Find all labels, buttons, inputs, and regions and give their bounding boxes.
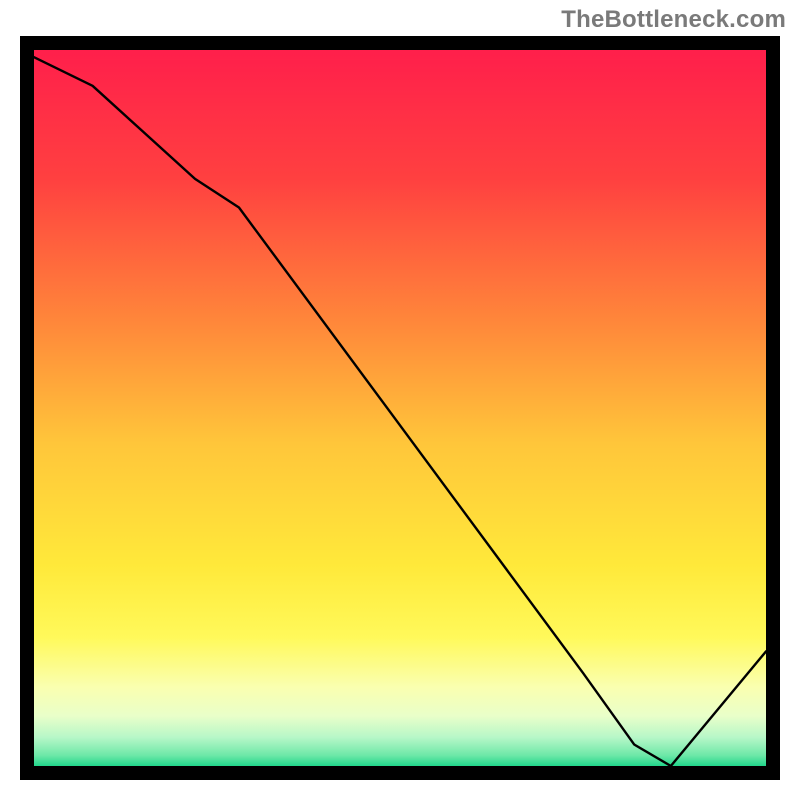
chart-frame: TheBottleneck.com xyxy=(0,0,800,800)
bottleneck-chart xyxy=(0,0,800,800)
plot-background xyxy=(34,50,766,766)
